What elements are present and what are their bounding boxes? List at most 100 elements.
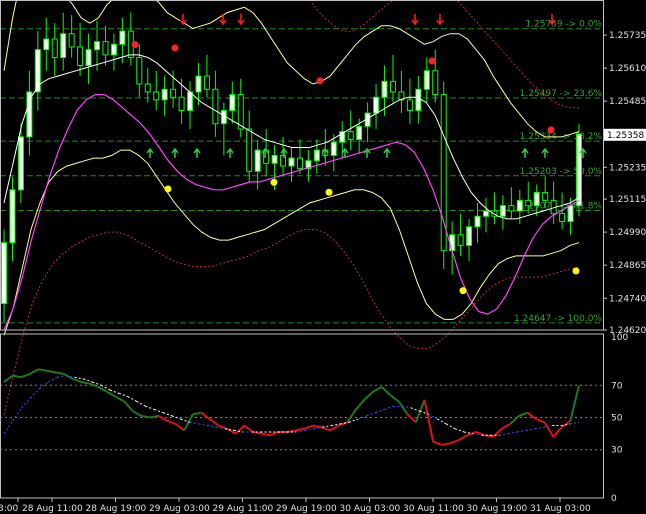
time-tick-label: 30 Aug 19:00 <box>467 504 528 514</box>
candle-body[interactable] <box>576 133 582 207</box>
candle-body[interactable] <box>85 49 92 66</box>
oscillator-segment <box>423 399 435 442</box>
candle-body[interactable] <box>466 226 473 246</box>
candle-body[interactable] <box>525 199 532 207</box>
candle-body[interactable] <box>187 91 194 111</box>
candle-body[interactable] <box>559 213 566 223</box>
candle-body[interactable] <box>17 136 24 191</box>
signal-segment <box>446 423 456 430</box>
signal-segment <box>516 429 527 433</box>
candle-body[interactable] <box>516 199 523 212</box>
candle-body[interactable] <box>178 96 185 111</box>
oscillator-segment <box>175 423 185 432</box>
candle-body[interactable] <box>60 33 67 59</box>
down-arrow-icon <box>219 14 227 26</box>
candle-body[interactable] <box>212 88 219 125</box>
candle-body[interactable] <box>237 94 244 130</box>
candle-body[interactable] <box>432 70 439 96</box>
candle-body[interactable] <box>533 191 540 207</box>
candle-body[interactable] <box>195 75 202 93</box>
candle-body[interactable] <box>51 38 58 59</box>
fib-level-label: 1.24647 -> 100.0% <box>514 314 602 324</box>
oscillator-segment <box>200 411 211 420</box>
candle-body[interactable] <box>288 157 295 167</box>
oscillator-segment <box>389 394 400 403</box>
candle-body[interactable] <box>136 57 143 85</box>
candle-body[interactable] <box>77 46 84 66</box>
signal-segment <box>12 407 23 422</box>
candle-body[interactable] <box>415 88 422 111</box>
oscillator-segment <box>552 426 563 438</box>
candle-body[interactable] <box>94 41 101 51</box>
fractal-high-dot <box>316 77 324 85</box>
candle-body[interactable] <box>110 43 117 56</box>
fib-level-label: 1.25497 -> 23.6% <box>520 89 603 99</box>
oscillator-segment <box>38 368 48 372</box>
fractal-low-dot <box>164 185 172 193</box>
candle-body[interactable] <box>102 41 109 56</box>
signal-segment <box>499 433 509 436</box>
candle-body[interactable] <box>381 80 388 98</box>
candle-body[interactable] <box>119 30 126 45</box>
candle-body[interactable] <box>508 205 515 212</box>
up-arrow-icon <box>226 147 234 158</box>
oscillator-segment <box>304 424 314 430</box>
candle-body[interactable] <box>246 128 253 172</box>
candle-body[interactable] <box>161 88 168 101</box>
candle-body[interactable] <box>280 154 287 167</box>
candle-body[interactable] <box>423 70 430 90</box>
candle-body[interactable] <box>229 94 236 111</box>
signal-segment <box>437 418 447 425</box>
oscillator-segment <box>12 374 22 379</box>
candle-body[interactable] <box>1 242 7 305</box>
candle-body[interactable] <box>567 205 574 223</box>
candle-body[interactable] <box>203 75 210 90</box>
candle-body[interactable] <box>34 49 41 93</box>
candle-body[interactable] <box>144 83 151 93</box>
candle-body[interactable] <box>356 125 363 141</box>
candle-body[interactable] <box>43 38 50 51</box>
candle-body[interactable] <box>389 80 396 93</box>
oscillator-segment <box>149 414 159 419</box>
price-tick-label: 1.25610 <box>609 64 646 74</box>
candle-body[interactable] <box>542 191 549 201</box>
oscillator-segment <box>132 410 142 417</box>
candle-body[interactable] <box>406 99 413 111</box>
signal-segment <box>384 405 394 410</box>
signal-segment <box>47 376 58 383</box>
candle-body[interactable] <box>153 91 160 101</box>
oscillator-segment <box>123 400 134 412</box>
candle-body[interactable] <box>482 210 489 217</box>
signal-segment <box>136 400 146 407</box>
fib-level-label: 1.25072 -> 61.8% <box>520 201 603 211</box>
candle-body[interactable] <box>271 154 278 164</box>
candle-body[interactable] <box>9 189 16 244</box>
candle-body[interactable] <box>68 33 75 48</box>
oscillator-segment <box>166 419 176 425</box>
candle-body[interactable] <box>26 91 33 138</box>
candle-body[interactable] <box>170 88 177 98</box>
candle-body[interactable] <box>330 141 337 156</box>
oscillator-segment <box>29 368 39 375</box>
fractal-high-dot <box>131 41 139 49</box>
oscillator-segment <box>157 415 168 422</box>
candle-body[interactable] <box>254 149 261 172</box>
candle-body[interactable] <box>296 157 303 170</box>
oscillator-segment <box>46 369 56 374</box>
price-tick-label: 1.24865 <box>609 261 646 271</box>
candle-body[interactable] <box>474 215 481 228</box>
candle-body[interactable] <box>313 149 320 162</box>
candle-body[interactable] <box>449 234 456 252</box>
candle-body[interactable] <box>499 205 506 217</box>
oscillator-segment <box>380 386 391 396</box>
up-arrow-icon <box>383 147 391 158</box>
oscillator-segment <box>261 432 271 437</box>
oscillator-panel[interactable] <box>0 368 603 451</box>
candle-body[interactable] <box>373 96 380 114</box>
oscillator-panel-frame <box>0 333 604 499</box>
candle-body[interactable] <box>347 131 354 141</box>
trading-chart[interactable]: 1.25759 -> 0.0%1.25497 -> 23.6%1.25334 -… <box>0 0 646 514</box>
price-tick-label: 1.25115 <box>609 195 646 205</box>
price-panel[interactable]: 1.25759 -> 0.0%1.25497 -> 23.6%1.25334 -… <box>0 0 603 415</box>
candle-body[interactable] <box>457 234 464 246</box>
